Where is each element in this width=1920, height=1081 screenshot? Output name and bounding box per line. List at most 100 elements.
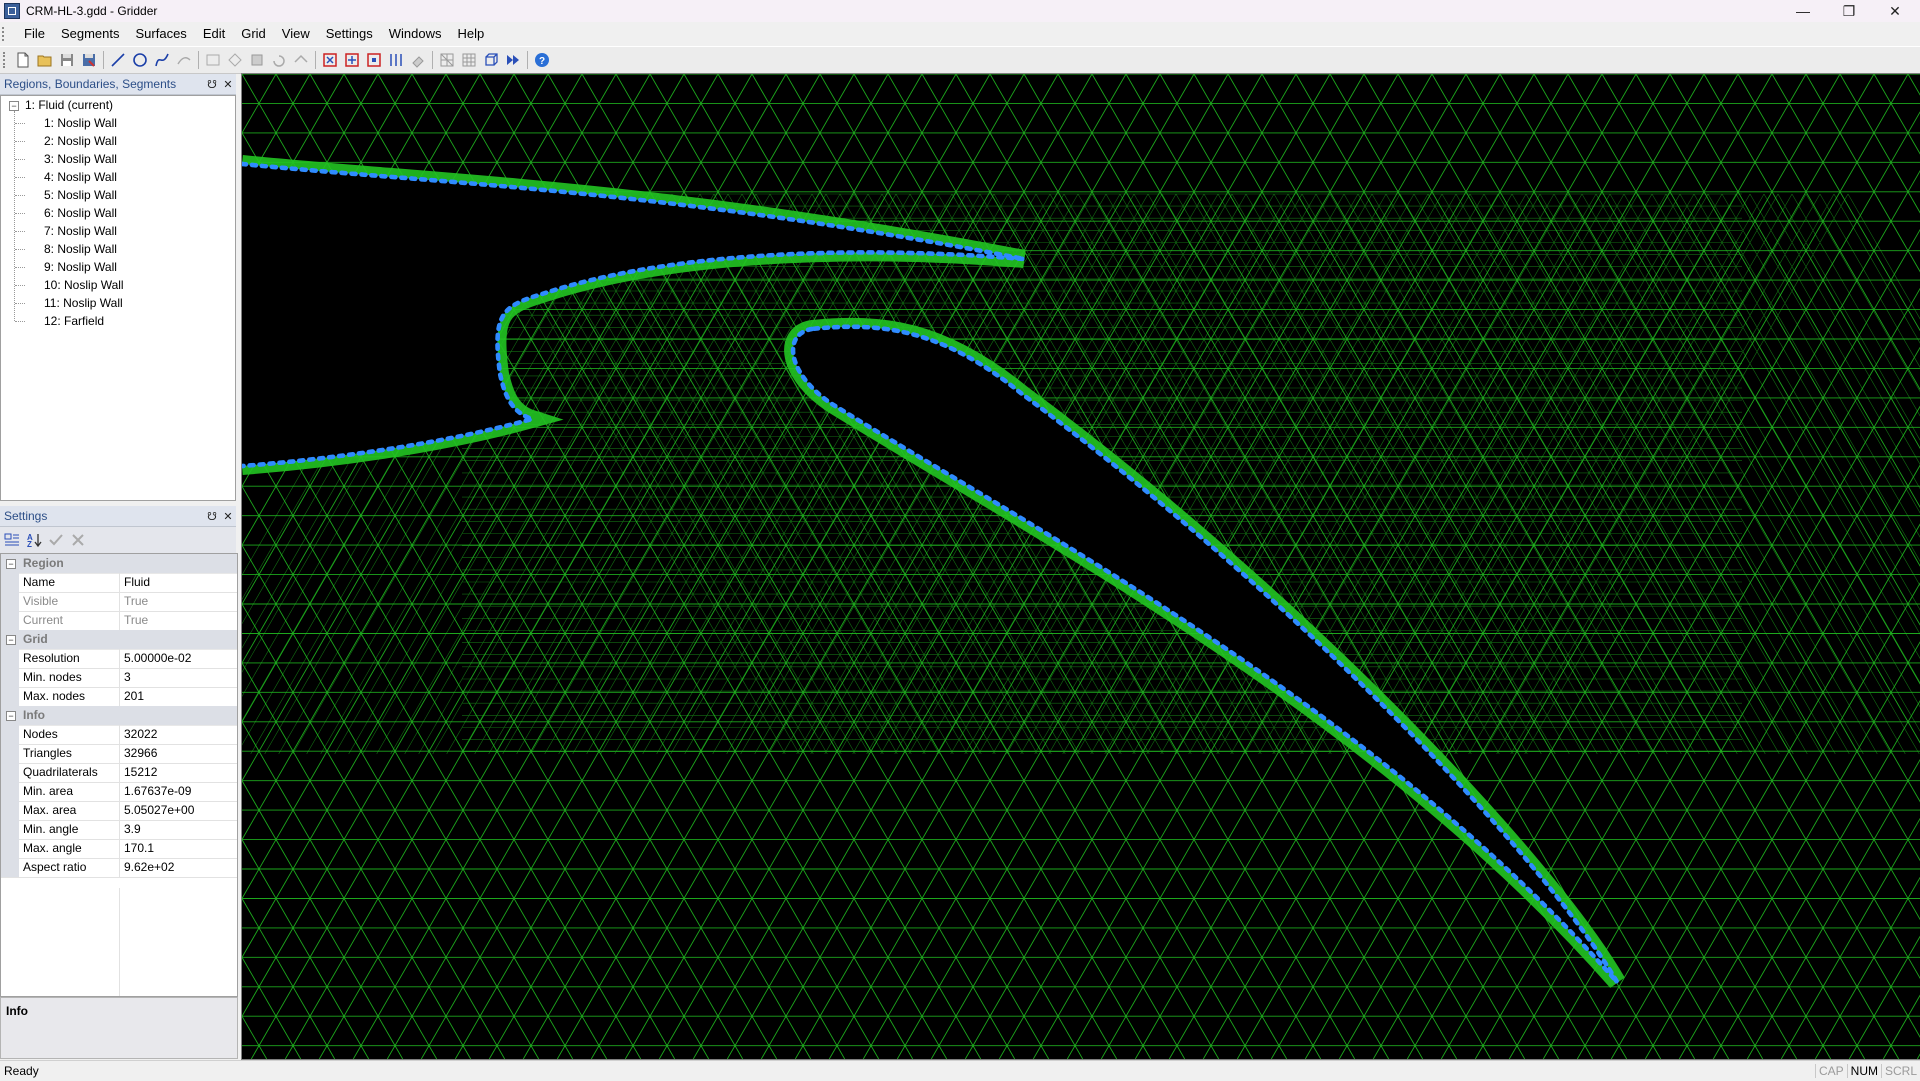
- property-value[interactable]: 5.05027e+00: [124, 801, 194, 820]
- menu-windows[interactable]: Windows: [381, 22, 450, 46]
- regions-tree[interactable]: −1: Fluid (current) 1: Noslip Wall 2: Nosl…: [0, 95, 236, 501]
- menu-file[interactable]: File: [16, 22, 53, 46]
- property-value[interactable]: 3.9: [124, 820, 141, 839]
- spline-icon[interactable]: [152, 50, 172, 70]
- generate-icon[interactable]: [503, 50, 523, 70]
- tree-item-boundary[interactable]: 4: Noslip Wall: [44, 168, 117, 186]
- tree-item-boundary[interactable]: 11: Noslip Wall: [44, 294, 123, 312]
- grid-quad-icon[interactable]: [459, 50, 479, 70]
- collapse-icon[interactable]: −: [6, 635, 16, 645]
- tree-guide-line: [15, 123, 25, 124]
- property-grid[interactable]: − Region Name Fluid Visible True Current True − G…: [0, 553, 238, 997]
- property-value[interactable]: Fluid: [124, 573, 150, 592]
- delete-points-icon[interactable]: [320, 50, 340, 70]
- tree-root-fluid[interactable]: 1: Fluid (current): [25, 96, 113, 114]
- move-points-icon[interactable]: [364, 50, 384, 70]
- line-icon[interactable]: [108, 50, 128, 70]
- menu-surfaces[interactable]: Surfaces: [128, 22, 195, 46]
- property-value[interactable]: 9.62e+02: [124, 858, 174, 877]
- close-button[interactable]: ✕: [1872, 0, 1918, 22]
- property-row[interactable]: Nodes 32022: [1, 725, 237, 745]
- redo-icon[interactable]: [291, 50, 311, 70]
- save-as-icon[interactable]: [79, 50, 99, 70]
- menu-grid[interactable]: Grid: [233, 22, 274, 46]
- tree-item-boundary[interactable]: 9: Noslip Wall: [44, 258, 117, 276]
- rectangle-icon[interactable]: [203, 50, 223, 70]
- tree-item-boundary[interactable]: 7: Noslip Wall: [44, 222, 117, 240]
- property-row[interactable]: Max. nodes 201: [1, 687, 237, 707]
- tree-item-boundary[interactable]: 1: Noslip Wall: [44, 114, 117, 132]
- open-icon[interactable]: [35, 50, 55, 70]
- menu-help[interactable]: Help: [449, 22, 492, 46]
- cube-icon[interactable]: [481, 50, 501, 70]
- menu-settings[interactable]: Settings: [318, 22, 381, 46]
- pin-icon[interactable]: ☋: [204, 78, 220, 91]
- property-value[interactable]: 1.67637e-09: [124, 782, 191, 801]
- category-grid[interactable]: − Grid: [1, 630, 237, 650]
- property-row[interactable]: Min. angle 3.9: [1, 820, 237, 840]
- property-name: Min. angle: [23, 822, 79, 836]
- tree-item-boundary[interactable]: 3: Noslip Wall: [44, 150, 117, 168]
- category-region[interactable]: − Region: [1, 554, 237, 574]
- menu-segments[interactable]: Segments: [53, 22, 128, 46]
- apply-icon[interactable]: [46, 530, 66, 550]
- categorized-icon[interactable]: [2, 530, 22, 550]
- property-value[interactable]: True: [124, 592, 148, 611]
- arc-icon[interactable]: [174, 50, 194, 70]
- property-value[interactable]: 201: [124, 687, 144, 706]
- close-panel-icon[interactable]: ✕: [220, 510, 236, 523]
- undo-icon[interactable]: [269, 50, 289, 70]
- close-panel-icon[interactable]: ✕: [220, 78, 236, 91]
- menu-edit[interactable]: Edit: [195, 22, 233, 46]
- pin-icon[interactable]: ☋: [204, 510, 220, 523]
- toolbar-separator: [527, 51, 528, 69]
- property-value[interactable]: 32022: [124, 725, 157, 744]
- minimize-button[interactable]: —: [1780, 0, 1826, 22]
- scale-icon[interactable]: [247, 50, 267, 70]
- property-row[interactable]: Name Fluid: [1, 573, 237, 593]
- sort-alphabetical-icon[interactable]: AZ: [24, 530, 44, 550]
- property-row[interactable]: Current True: [1, 611, 237, 631]
- collapse-icon[interactable]: −: [6, 711, 16, 721]
- property-row[interactable]: Quadrilaterals 15212: [1, 763, 237, 783]
- tree-item-boundary[interactable]: 12: Farfield: [44, 312, 104, 330]
- tree-item-boundary[interactable]: 6: Noslip Wall: [44, 204, 117, 222]
- tree-item-boundary[interactable]: 2: Noslip Wall: [44, 132, 117, 150]
- help-icon[interactable]: ?: [532, 50, 552, 70]
- maximize-button[interactable]: ❐: [1826, 0, 1872, 22]
- grid-icon[interactable]: [437, 50, 457, 70]
- tree-item-boundary[interactable]: 10: Noslip Wall: [44, 276, 124, 294]
- eraser-icon[interactable]: [408, 50, 428, 70]
- collapse-icon[interactable]: −: [9, 101, 19, 111]
- property-value[interactable]: 32966: [124, 744, 157, 763]
- category-info[interactable]: − Info: [1, 706, 237, 726]
- property-row[interactable]: Aspect ratio 9.62e+02: [1, 858, 237, 878]
- new-file-icon[interactable]: [13, 50, 33, 70]
- mesh-canvas[interactable]: [242, 74, 1920, 1059]
- distribute-icon[interactable]: [386, 50, 406, 70]
- insert-points-icon[interactable]: [342, 50, 362, 70]
- property-value[interactable]: True: [124, 611, 148, 630]
- property-row[interactable]: Resolution 5.00000e-02: [1, 649, 237, 669]
- circle-icon[interactable]: [130, 50, 150, 70]
- property-row[interactable]: Max. angle 170.1: [1, 839, 237, 859]
- property-row[interactable]: Min. area 1.67637e-09: [1, 782, 237, 802]
- property-value[interactable]: 15212: [124, 763, 157, 782]
- property-value[interactable]: 5.00000e-02: [124, 649, 191, 668]
- tree-item-boundary[interactable]: 8: Noslip Wall: [44, 240, 117, 258]
- rotate-icon[interactable]: [225, 50, 245, 70]
- save-icon[interactable]: [57, 50, 77, 70]
- collapse-icon[interactable]: −: [6, 559, 16, 569]
- property-row[interactable]: Triangles 32966: [1, 744, 237, 764]
- property-row[interactable]: Visible True: [1, 592, 237, 612]
- cancel-icon[interactable]: [68, 530, 88, 550]
- property-row[interactable]: Min. nodes 3: [1, 668, 237, 688]
- property-row[interactable]: Max. area 5.05027e+00: [1, 801, 237, 821]
- menu-view[interactable]: View: [274, 22, 318, 46]
- tree-guide-line: [15, 177, 25, 178]
- property-divider: [119, 611, 120, 630]
- property-value[interactable]: 170.1: [124, 839, 154, 858]
- tree-item-boundary[interactable]: 5: Noslip Wall: [44, 186, 117, 204]
- property-value[interactable]: 3: [124, 668, 131, 687]
- mesh-viewport[interactable]: [241, 73, 1920, 1060]
